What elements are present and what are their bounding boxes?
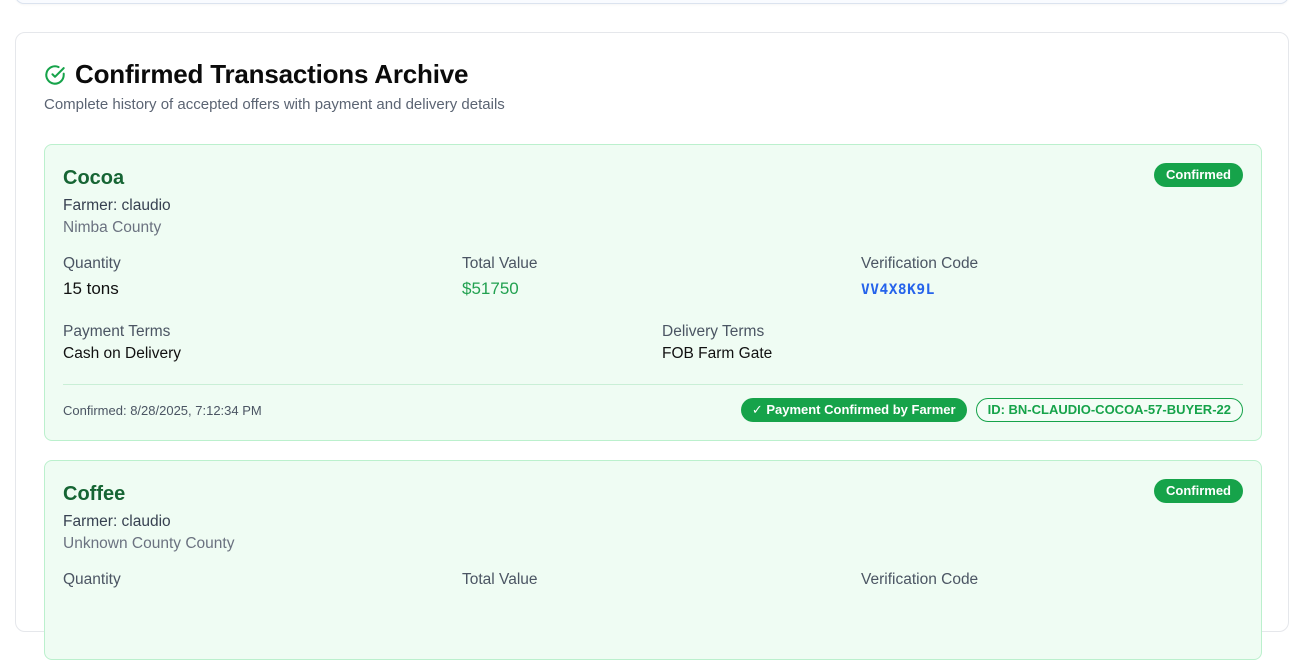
delivery-terms-value: FOB Farm Gate [662,345,773,362]
transaction-card: Coffee Farmer: claudio Unknown County Co… [44,460,1262,660]
county-name: Unknown County County [63,535,235,552]
verification-code-label: Verification Code [861,255,979,272]
quantity-value: 15 tons [63,279,119,298]
payment-confirmed-badge: ✓ Payment Confirmed by Farmer [740,398,967,422]
crop-name: Cocoa [63,167,125,189]
archive-subtitle: Complete history of accepted offers with… [44,96,505,113]
confirmed-timestamp: Confirmed: 8/28/2025, 7:12:34 PM [63,403,262,418]
card-divider [63,384,1243,385]
check-circle-icon [45,64,65,85]
transaction-card: Cocoa Farmer: claudio Nimba County Confi… [44,144,1262,441]
card-badges: ✓ Payment Confirmed by Farmer ID: BN-CLA… [740,398,1243,422]
payment-terms-label: Payment Terms [63,323,171,340]
farmer-name: Farmer: claudio [63,513,171,530]
total-value: $51750 [462,279,519,298]
status-badge: Confirmed [1154,479,1243,503]
archive-title: Confirmed Transactions Archive [75,59,469,89]
confirmed-transactions-archive: Confirmed Transactions Archive Complete … [15,32,1289,660]
transaction-id-badge: ID: BN-CLAUDIO-COCOA-57-BUYER-22 [975,398,1243,422]
total-value-label: Total Value [462,255,538,272]
previous-section-card [15,0,1289,4]
total-value-label: Total Value [462,571,538,588]
delivery-terms-label: Delivery Terms [662,323,765,340]
status-badge: Confirmed [1154,163,1243,187]
verification-code-label: Verification Code [861,571,979,588]
quantity-label: Quantity [63,571,121,588]
archive-header: Confirmed Transactions Archive [44,59,468,90]
county-name: Nimba County [63,219,162,236]
verification-code: VV4X8K9L [861,282,935,298]
payment-terms-value: Cash on Delivery [63,345,182,362]
farmer-name: Farmer: claudio [63,197,171,214]
quantity-label: Quantity [63,255,121,272]
crop-name: Coffee [63,483,126,505]
